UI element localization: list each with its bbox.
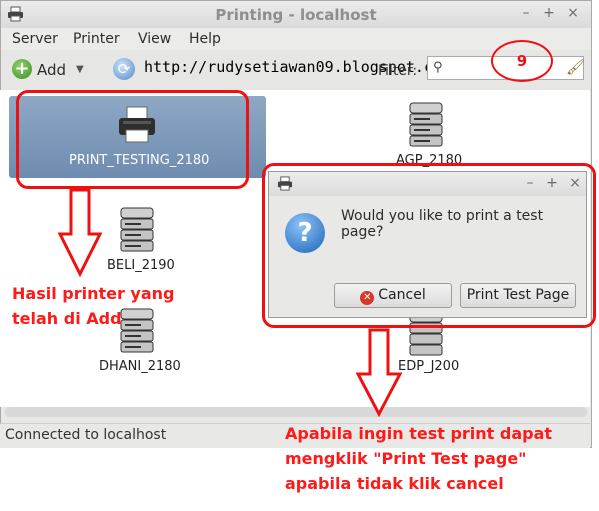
highlight-box [262,163,596,328]
annotation-line: telah di Add [12,309,122,328]
annotation-bottom: Apabila ingin test print dapat mengklik … [285,421,552,496]
highlight-box [16,90,249,189]
annotation-line: mengklik "Print Test page" [285,449,527,468]
annotation-line: Apabila ingin test print dapat [285,424,553,443]
printer-label: DHANI_2180 [99,359,181,374]
window-title: Printing - localhost [215,6,377,24]
menu-help[interactable]: Help [189,31,221,47]
horizontal-scrollbar[interactable] [5,407,587,417]
printer-stack-icon [120,207,154,252]
arrow-down-icon [356,328,402,418]
printer-label: EDP_J200 [398,359,460,374]
printer-label: BELI_2190 [107,258,175,273]
search-icon: ⚲ [433,60,443,75]
title-bar[interactable]: Printing - localhost – + × [1,1,591,28]
add-icon[interactable]: + [12,59,32,79]
menu-printer[interactable]: Printer [73,31,120,47]
maximize-button[interactable]: + [540,5,558,21]
refresh-icon[interactable]: ⟳ [113,58,135,80]
clear-icon[interactable]: 🖌 [566,58,585,76]
chevron-down-icon[interactable]: ▼ [76,64,84,75]
add-button-label[interactable]: Add [37,61,66,79]
highlight-circle: 9 [491,40,553,82]
printer-stack-icon [409,102,443,147]
annotation-left: Hasil printer yang telah di Add [12,281,175,331]
status-text: Connected to localhost [5,427,167,443]
annotation-line: Hasil printer yang [12,284,175,303]
menu-view[interactable]: View [138,31,171,47]
annotation-line: apabila tidak klik cancel [285,474,504,493]
arrow-down-icon [58,188,102,278]
minimize-button[interactable]: – [517,5,535,21]
filter-label: Filter: [378,63,418,79]
circled-number: 9 [516,52,528,70]
close-button[interactable]: × [564,5,582,21]
menu-server[interactable]: Server [12,31,58,47]
